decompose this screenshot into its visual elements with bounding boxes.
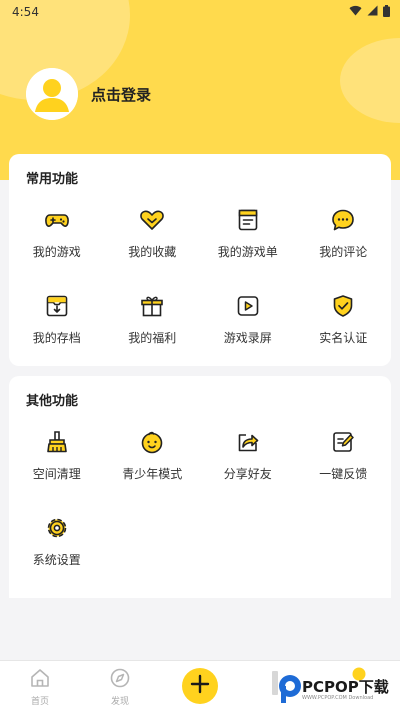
gift-icon [139,293,165,319]
item-label: 青少年模式 [122,467,183,481]
item-label: 游戏录屏 [223,331,272,345]
plus-icon [190,674,210,698]
tab-label: 首页 [30,697,49,707]
system-settings-button[interactable]: 系统设置 [9,505,105,573]
home-icon [29,667,51,693]
tab-discover[interactable]: 发现 [95,667,145,707]
wifi-icon [349,5,362,19]
decorative-circle [340,38,400,123]
item-label: 我的评论 [319,245,368,259]
feedback-icon [330,429,356,455]
my-favorites-button[interactable]: 我的收藏 [105,197,201,265]
item-label: 实名认证 [319,331,368,345]
item-label: 系统设置 [32,553,81,567]
default-avatar-icon [26,68,78,120]
gamepad-icon [44,207,70,233]
watermark-subtext: WWW.PCPOP.COM Download [302,695,374,701]
other-functions-card: 其他功能 空间清理 青少年模式 分享好友 一键反馈 系统设置 [9,376,391,598]
my-benefits-button[interactable]: 我的福利 [105,283,201,351]
comment-icon [330,207,356,233]
my-saves-button[interactable]: 我的存档 [9,283,105,351]
avatar[interactable] [26,68,78,120]
item-label: 空间清理 [32,467,81,481]
item-label: 我的福利 [128,331,177,345]
item-label: 我的游戏单 [217,245,278,259]
pcpop-logo-icon [272,671,301,703]
real-name-verification-button[interactable]: 实名认证 [296,283,392,351]
item-label: 分享好友 [223,467,272,481]
item-label: 我的存档 [32,331,81,345]
item-label: 一键反馈 [319,467,368,481]
common-functions-card: 常用功能 我的游戏 我的收藏 我的游戏单 我的评论 我的存档 我的福利 游戏录屏… [9,154,391,366]
share-icon [235,429,261,455]
my-comments-button[interactable]: 我的评论 [296,197,392,265]
compass-icon [109,667,131,693]
my-game-lists-button[interactable]: 我的游戏单 [200,197,296,265]
section-title: 常用功能 [26,172,79,187]
gear-icon [44,515,70,541]
watermark-text: PCPOP下载 [302,678,389,696]
add-button[interactable] [182,668,218,704]
broom-icon [44,429,70,455]
login-link[interactable]: 点击登录 [91,84,151,105]
item-label: 我的游戏 [32,245,81,259]
child-face-icon [139,429,165,455]
share-friends-button[interactable]: 分享好友 [200,419,296,487]
item-label: 我的收藏 [128,245,177,259]
heart-icon [139,207,165,233]
status-bar: 4:54 [0,0,400,24]
watermark-logo: PCPOP下载 WWW.PCPOP.COM Download [272,667,400,707]
feedback-button[interactable]: 一键反馈 [296,419,392,487]
status-time: 4:54 [12,5,39,19]
battery-icon [383,4,390,20]
archive-icon [44,293,70,319]
section-title: 其他功能 [26,394,79,409]
teen-mode-button[interactable]: 青少年模式 [105,419,201,487]
signal-icon [367,5,378,19]
tab-label: 发现 [110,697,129,707]
list-icon [235,207,261,233]
space-cleanup-button[interactable]: 空间清理 [9,419,105,487]
game-recording-button[interactable]: 游戏录屏 [200,283,296,351]
tab-home[interactable]: 首页 [15,667,65,707]
record-icon [235,293,261,319]
shield-check-icon [330,293,356,319]
my-games-button[interactable]: 我的游戏 [9,197,105,265]
